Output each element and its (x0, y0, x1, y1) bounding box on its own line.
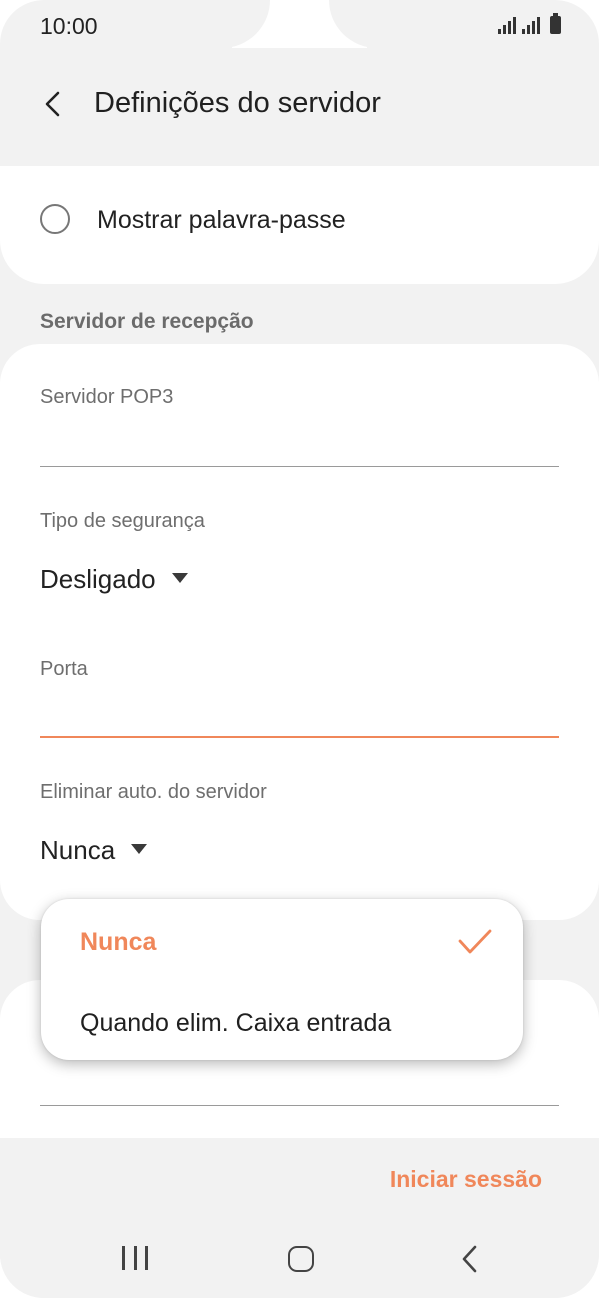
dropdown-option-never[interactable]: Nunca (80, 928, 156, 957)
phone-screen: 10:00 Definições do servidor Mostrar pal… (0, 0, 599, 1298)
section-title-incoming: Servidor de recepção (40, 310, 254, 333)
back-icon[interactable] (36, 84, 76, 124)
camera-notch (210, 0, 389, 48)
incoming-server-card: Servidor POP3 Tipo de segurança Desligad… (0, 344, 599, 920)
nav-back-icon[interactable] (458, 1244, 482, 1274)
server-field-label: Servidor POP3 (40, 386, 174, 408)
navigation-bar (0, 1222, 599, 1298)
footer-bar: Iniciar sessão (0, 1138, 599, 1222)
port-field-input[interactable] (40, 736, 559, 738)
dropdown-arrow-icon (131, 844, 148, 855)
auto-delete-select[interactable]: Nunca (40, 835, 148, 866)
show-password-label[interactable]: Mostrar palavra-passe (97, 206, 346, 235)
port-field-label: Porta (40, 658, 88, 680)
show-password-card: Mostrar palavra-passe (0, 166, 599, 284)
page-title: Definições do servidor (94, 87, 381, 119)
security-type-select[interactable]: Desligado (40, 564, 188, 595)
security-type-label: Tipo de segurança (40, 510, 205, 532)
auto-delete-label: Eliminar auto. do servidor (40, 781, 267, 803)
security-type-value: Desligado (40, 564, 156, 594)
signal-icon (498, 16, 516, 34)
dropdown-arrow-icon (171, 573, 188, 584)
battery-icon (550, 13, 561, 34)
dropdown-option-when-deleted-inbox[interactable]: Quando elim. Caixa entrada (80, 1009, 391, 1038)
recents-icon[interactable] (122, 1246, 148, 1272)
home-icon[interactable] (288, 1246, 314, 1272)
app-header: Definições do servidor (0, 80, 599, 130)
check-icon (458, 929, 492, 954)
auto-delete-value: Nunca (40, 835, 116, 865)
auto-delete-dropdown-menu: Nunca Quando elim. Caixa entrada (41, 899, 523, 1060)
status-icons (498, 13, 561, 34)
signal-icon (522, 16, 540, 34)
lower-field-input[interactable] (40, 1105, 559, 1106)
status-time: 10:00 (40, 13, 98, 39)
server-field-input[interactable] (40, 466, 559, 467)
show-password-radio[interactable] (40, 204, 70, 234)
signin-button[interactable]: Iniciar sessão (390, 1166, 542, 1193)
